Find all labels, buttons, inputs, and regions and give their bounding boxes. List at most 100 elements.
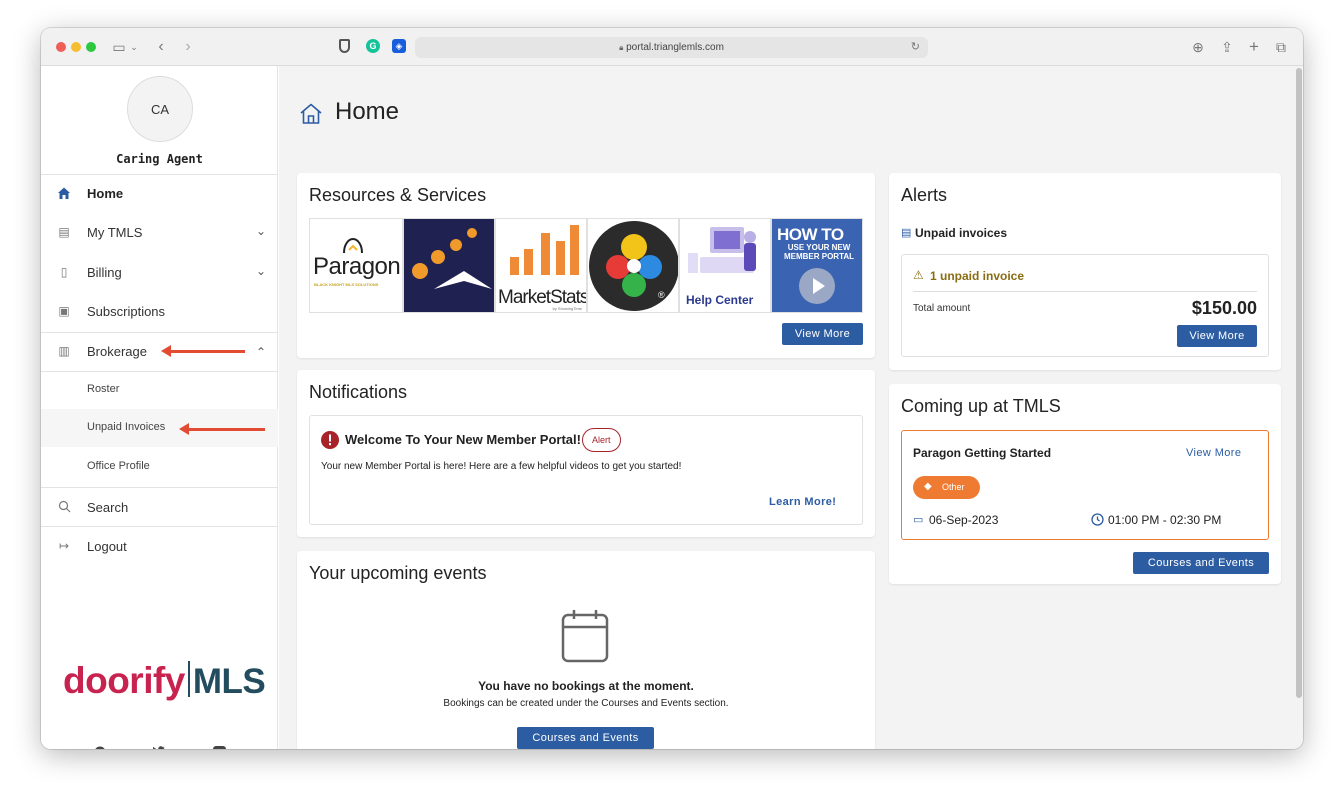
calendar-icon: ▭ [913,514,924,526]
sidebar-subitem-label: Unpaid Invoices [87,421,166,433]
help-center-illustration-icon [688,227,756,273]
reload-icon[interactable]: ↻ [911,37,920,58]
upcoming-events-card: Your upcoming events You have no booking… [297,551,875,749]
browser-window: ▭ ⌄ ‹ › G ◈ 🔒︎ portal.trianglemls.com ↻ … [41,28,1303,749]
sidebar: CA Caring Agent Home ▤ My TMLS ⌄ ▯ Billi… [41,66,278,749]
home-icon [300,103,322,124]
forward-icon[interactable]: › [181,37,195,57]
tag-icon: ◆ [924,481,932,492]
resource-tile-paragon[interactable]: Paragon BLACK KNIGHT MLS SOLUTIONS [309,218,403,313]
sidebar-toggle-icon[interactable]: ▭ [111,37,127,57]
sidebar-item-home[interactable]: Home [41,174,278,213]
calendar-icon [561,610,609,663]
tile-text: Paragon [313,253,401,280]
sidebar-item-search[interactable]: Search [41,488,278,527]
calendar-icon: ▣ [58,304,70,318]
alerts-card: Alerts ▤ Unpaid invoices ⚠ 1 unpaid invo… [889,173,1281,370]
tile-text: HOW TO [777,225,844,244]
notification-title: Welcome To Your New Member Portal! [345,432,581,447]
youtube-icon[interactable] [212,746,226,749]
sidebar-item-label: Billing [87,265,122,280]
sidebar-item-my-tmls[interactable]: ▤ My TMLS ⌄ [41,213,278,252]
courses-and-events-button[interactable]: Courses and Events [517,727,654,749]
home-icon [57,186,71,200]
page-title: Home [335,98,400,125]
tab-overview-icon[interactable]: ⧉ [1273,37,1289,57]
resources-view-more-button[interactable]: View More [782,323,863,345]
logout-icon: ↦ [58,539,70,553]
alerts-view-more-button[interactable]: View More [1177,325,1257,347]
annotation-arrow [161,345,245,357]
scrollbar[interactable] [1296,68,1302,698]
resource-tile-how-to[interactable]: HOW TO USE YOUR NEW MEMBER PORTAL [771,218,863,313]
address-url: portal.trianglemls.com [626,42,724,53]
card-title: Alerts [901,185,948,205]
resource-tile-app[interactable]: ® [587,218,679,313]
sidebar-item-label: Logout [87,539,127,554]
notifications-card: Notifications Welcome To Your New Member… [297,370,875,537]
share-icon[interactable]: ⇪ [1219,37,1235,57]
shield-extension-icon[interactable] [339,39,350,53]
tile-subtext: USE YOUR NEW MEMBER PORTAL [783,243,855,261]
sidebar-subitem-roster[interactable]: Roster [41,371,278,409]
resource-tile-navigation[interactable] [403,218,495,313]
bar-chart-logo-icon [510,225,579,275]
lock-icon: 🔒︎ [619,43,624,52]
close-window-button[interactable] [56,42,66,52]
event-item[interactable]: Paragon Getting Started View More ◆ Othe… [901,430,1269,540]
sidebar-item-label: Search [87,500,129,515]
resource-tile-help-center[interactable]: Help Center [679,218,771,313]
event-tag: ◆ Other [913,476,980,499]
minimize-window-button[interactable] [71,42,81,52]
alerts-section-title: Unpaid invoices [915,226,1008,240]
tile-text: ® [658,290,665,300]
sidebar-item-logout[interactable]: ↦ Logout [41,527,278,566]
chevron-down-icon: ⌄ [255,224,266,238]
event-title: Paragon Getting Started [913,446,1052,460]
zoom-window-button[interactable] [86,42,96,52]
unpaid-invoice-warning: 1 unpaid invoice [930,269,1025,283]
notification-body: Your new Member Portal is here! Here are… [321,461,682,472]
resource-tile-marketstats[interactable]: MarketStats by ShowingTime [495,218,587,313]
search-icon [57,500,71,514]
twitter-icon[interactable] [152,746,166,749]
navigation-logo-icon [412,228,492,289]
divider [913,291,1257,292]
learn-more-link[interactable]: Learn More! [769,496,836,508]
unpaid-invoice-box: ⚠ 1 unpaid invoice Total amount $150.00 … [901,254,1269,357]
sidebar-item-label: My TMLS [87,225,143,240]
sidebar-item-label: Brokerage [87,344,147,359]
card-title: Your upcoming events [309,563,487,583]
back-icon[interactable]: ‹ [154,37,168,57]
sidebar-item-billing[interactable]: ▯ Billing ⌄ [41,253,278,292]
events-empty-subtitle: Bookings can be created under the Course… [443,698,729,709]
chevron-down-icon[interactable]: ⌄ [129,37,139,57]
address-bar[interactable]: 🔒︎ portal.trianglemls.com ↻ [415,37,928,58]
download-icon[interactable]: ⊕ [1190,37,1206,57]
grammarly-extension-icon[interactable]: G [366,39,380,53]
sidebar-item-label: Subscriptions [87,304,166,319]
sidebar-item-subscriptions[interactable]: ▣ Subscriptions [41,292,278,331]
brand-part1: doorify [63,660,185,701]
facebook-icon[interactable] [93,746,107,749]
coming-up-courses-button[interactable]: Courses and Events [1133,552,1269,574]
browser-toolbar: ▭ ⌄ ‹ › G ◈ 🔒︎ portal.trianglemls.com ↻ … [41,28,1303,66]
total-amount-label: Total amount [913,303,971,314]
alert-circle-icon [321,431,339,449]
bitwarden-extension-icon[interactable]: ◈ [392,39,406,53]
brand-logo: doorify MLS [63,660,266,702]
tag-label: Other [942,482,965,492]
event-view-more-link[interactable]: View More [1186,447,1241,459]
card-title: Notifications [309,382,408,402]
brand-part2: MLS [192,662,266,701]
coming-up-card: Coming up at TMLS Paragon Getting Starte… [889,384,1281,584]
sidebar-subitem-office-profile[interactable]: Office Profile [41,448,278,486]
avatar[interactable]: CA [127,76,193,142]
play-icon [799,268,835,304]
annotation-arrow [179,423,265,435]
user-name: Caring Agent [116,152,203,166]
events-empty-title: You have no bookings at the moment. [478,679,694,693]
building-icon: ▥ [58,344,70,358]
new-tab-icon[interactable]: + [1246,37,1262,57]
card-title: Resources & Services [309,185,487,205]
